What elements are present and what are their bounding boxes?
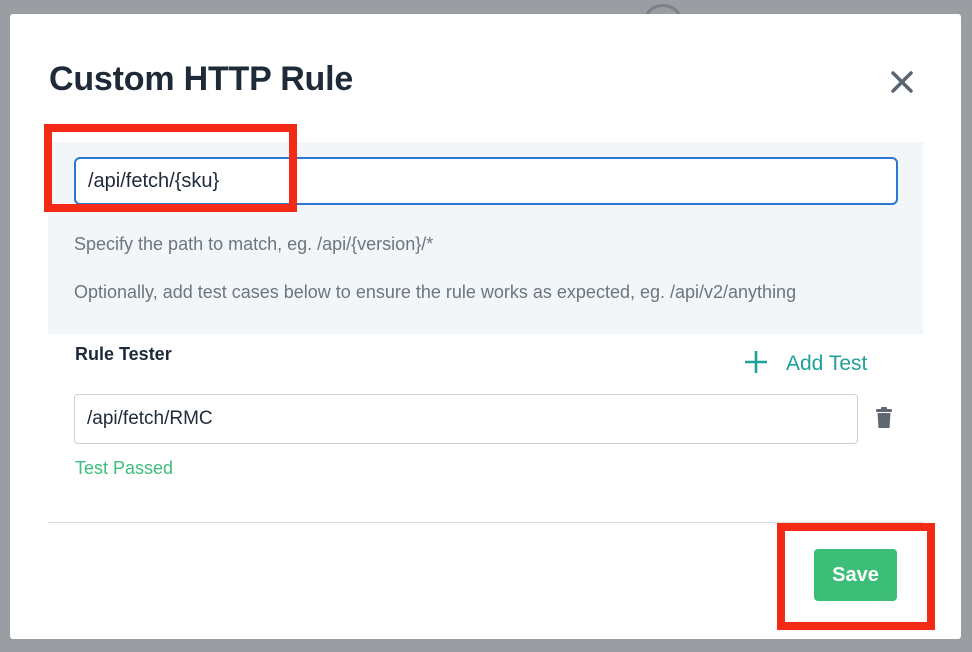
save-button[interactable]: Save [814,549,897,601]
test-status: Test Passed [75,458,174,478]
footer-divider [48,522,923,523]
trash-icon[interactable] [875,407,893,429]
test-hint: Optionally, add test cases below to ensu… [74,282,797,302]
path-input[interactable] [74,157,898,205]
add-test-button[interactable]: Add Test [744,349,867,379]
custom-http-rule-modal: Custom HTTP Rule Specify the path to mat… [10,14,961,639]
add-test-label: Add Test [786,352,868,375]
rule-tester-label: Rule Tester [75,344,172,364]
modal-title: Custom HTTP Rule [49,60,354,98]
path-panel: Specify the path to match, eg. /api/{ver… [48,142,923,334]
plus-icon [744,350,768,379]
path-hint: Specify the path to match, eg. /api/{ver… [74,234,434,254]
test-case-input[interactable] [74,394,858,444]
close-icon[interactable] [886,66,918,98]
